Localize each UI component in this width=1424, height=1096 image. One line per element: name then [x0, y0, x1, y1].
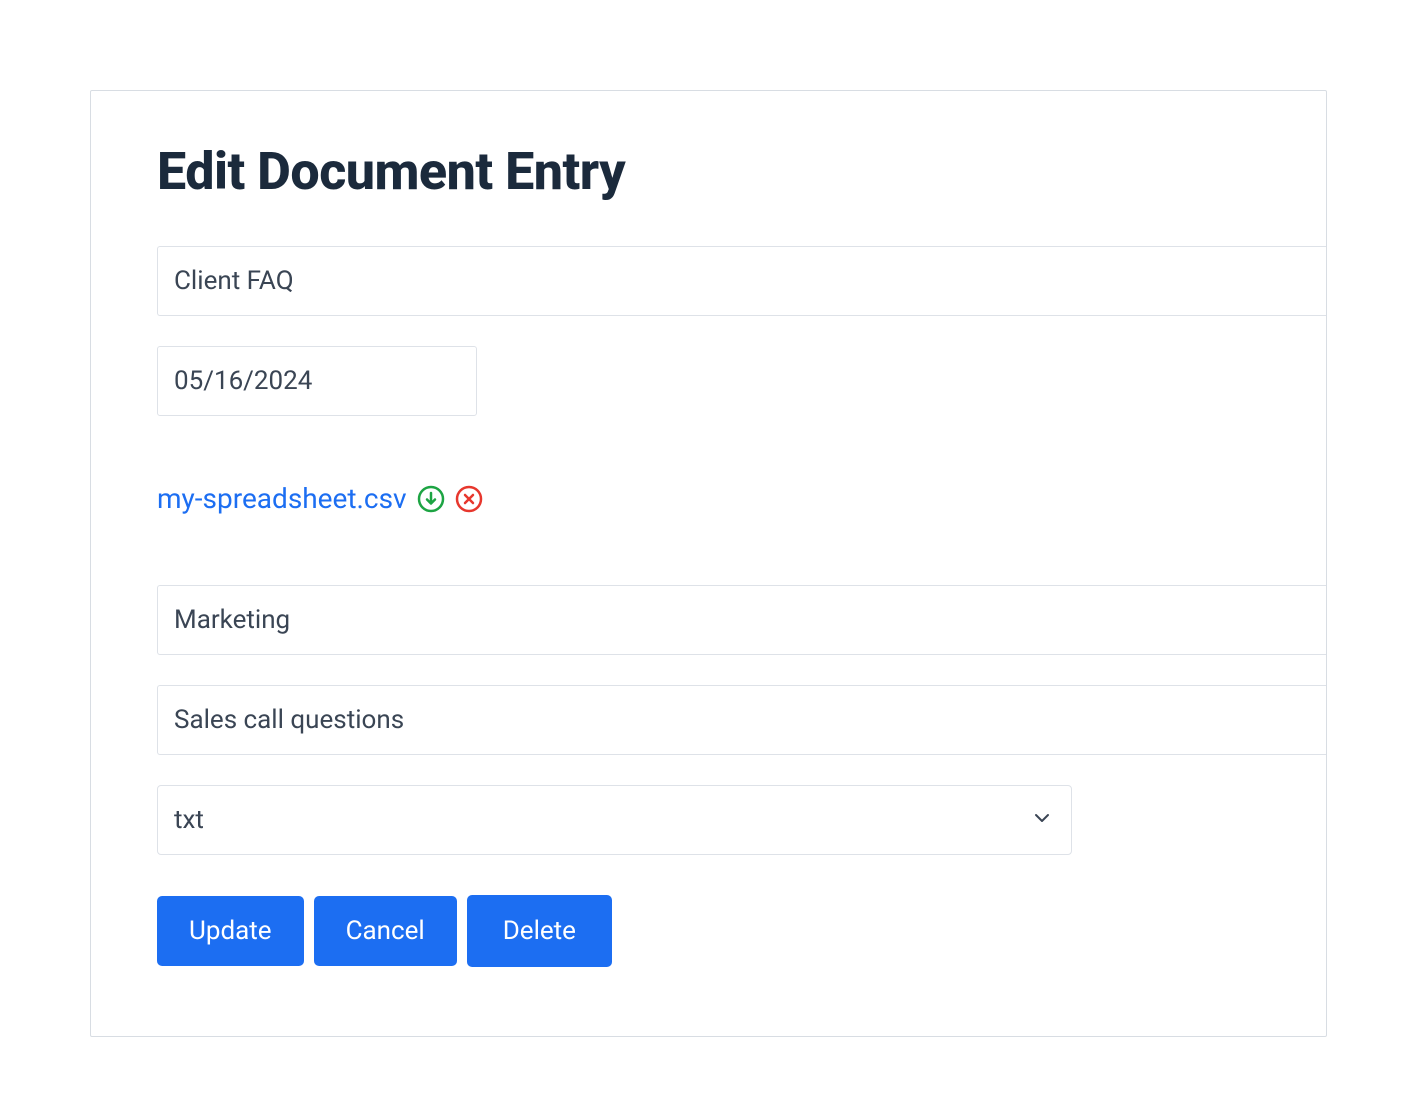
- download-icon[interactable]: [417, 485, 445, 513]
- category-row: [157, 585, 1326, 655]
- category-input[interactable]: [157, 585, 1326, 655]
- remove-attachment-icon[interactable]: [455, 485, 483, 513]
- file-type-select[interactable]: txt: [157, 785, 1072, 855]
- cancel-button[interactable]: Cancel: [314, 896, 457, 966]
- date-row: [157, 346, 1326, 416]
- description-row: [157, 685, 1326, 755]
- update-button[interactable]: Update: [157, 896, 304, 966]
- delete-button[interactable]: Delete: [467, 895, 612, 967]
- description-input[interactable]: [157, 685, 1326, 755]
- action-button-row: Update Cancel Delete: [157, 895, 1326, 967]
- document-name-row: [157, 246, 1326, 316]
- file-type-row: txt: [157, 785, 1326, 855]
- attachment-filename-link[interactable]: my-spreadsheet.csv: [157, 482, 407, 515]
- attachment-row: my-spreadsheet.csv: [157, 482, 1326, 515]
- document-name-input[interactable]: [157, 246, 1326, 316]
- edit-document-panel: Edit Document Entry my-spreadsheet.csv: [90, 90, 1327, 1037]
- date-input[interactable]: [157, 346, 477, 416]
- page-title: Edit Document Entry: [157, 141, 1326, 202]
